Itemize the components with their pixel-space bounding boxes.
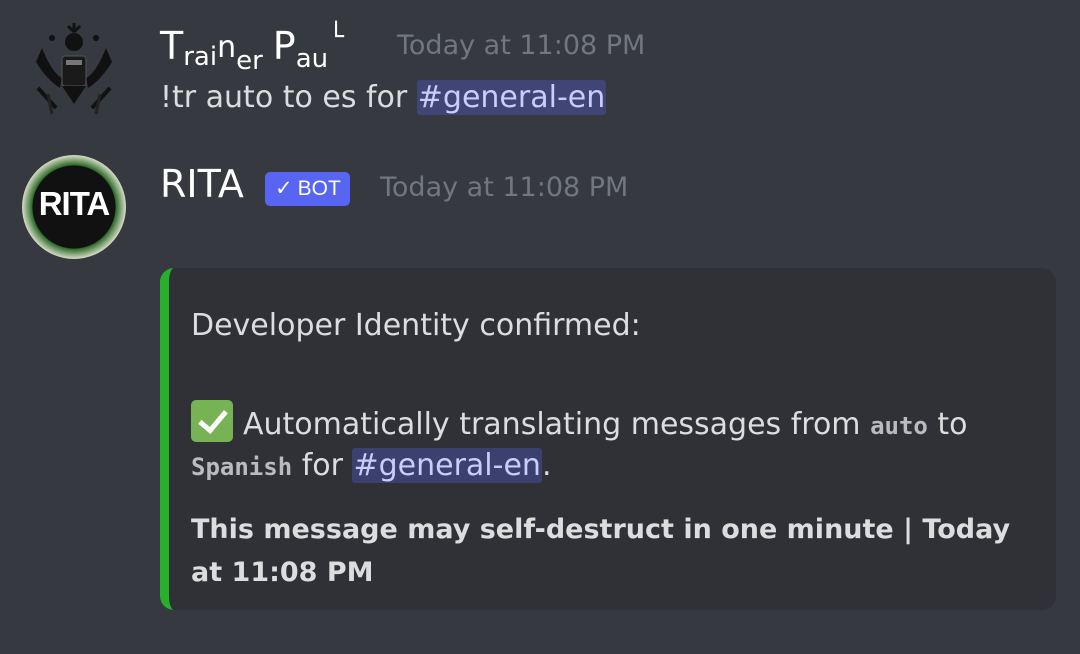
- embed-text: to: [927, 407, 968, 442]
- message-text: !tr auto to es for: [160, 80, 417, 115]
- embed-text: Automatically translating messages from: [243, 407, 871, 442]
- timestamp[interactable]: Today at 11:08 PM: [380, 172, 628, 203]
- timestamp[interactable]: Today at 11:08 PM: [397, 30, 645, 61]
- username-part: └: [328, 22, 344, 52]
- username-part: er: [236, 46, 263, 76]
- username-part: au: [295, 44, 329, 74]
- avatar-trainer-paul[interactable]: [22, 18, 126, 122]
- embed-line-2: Automatically translating messages from …: [191, 400, 968, 442]
- chat-area: Trainer Pau└ Today at 11:08 PM !tr auto t…: [0, 0, 1080, 654]
- eagle-crest-icon: [24, 20, 124, 120]
- inline-code: Spanish: [191, 453, 293, 481]
- embed-text: .: [541, 448, 552, 483]
- username-part: P: [272, 24, 296, 68]
- embed-text: for: [292, 448, 353, 483]
- message-trainer-paul: Trainer Pau└ Today at 11:08 PM !tr auto t…: [0, 0, 1080, 140]
- embed-footer: This message may self-destruct in one mi…: [191, 514, 1011, 588]
- channel-mention[interactable]: #general-en: [416, 80, 607, 115]
- bot-embed: Developer Identity confirmed: Automatica…: [160, 268, 1056, 610]
- username-rita[interactable]: RITA: [160, 162, 244, 206]
- username-part: ra: [183, 42, 210, 72]
- avatar-rita-label: RITA: [38, 185, 111, 222]
- channel-mention[interactable]: #general-en: [352, 448, 542, 483]
- username-trainer-paul[interactable]: Trainer Pau└: [160, 22, 344, 76]
- verified-check-icon: ✓: [275, 177, 293, 200]
- username-part: T: [160, 24, 184, 68]
- check-mark-icon: [191, 400, 233, 442]
- bot-badge: ✓ BOT: [265, 172, 350, 206]
- avatar-rita[interactable]: RITA: [22, 155, 126, 259]
- message-content: !tr auto to es for #general-en: [160, 80, 607, 115]
- inline-code: auto: [870, 412, 928, 440]
- bot-badge-label: BOT: [297, 177, 341, 200]
- username-part: i: [209, 42, 218, 72]
- embed-line-3: Spanish for #general-en.: [191, 448, 552, 483]
- embed-line-1: Developer Identity confirmed:: [191, 308, 641, 343]
- username-part: n: [217, 30, 237, 65]
